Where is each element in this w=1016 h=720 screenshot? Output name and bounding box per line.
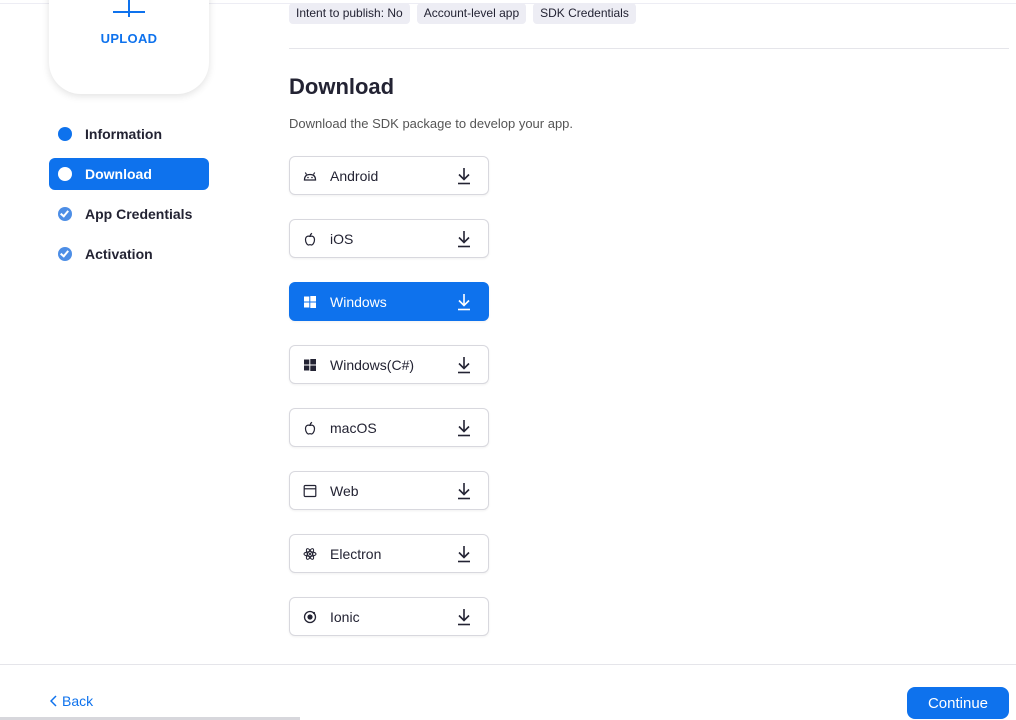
download-label: Android <box>330 167 379 184</box>
step-label: Download <box>85 166 152 182</box>
download-ios[interactable]: iOS <box>289 219 489 258</box>
download-icon[interactable] <box>456 419 472 437</box>
download-icon[interactable] <box>456 482 472 500</box>
download-icon[interactable] <box>456 356 472 374</box>
tag-sdk-credentials: SDK Credentials <box>533 3 636 24</box>
step-activation[interactable]: Activation <box>49 238 209 270</box>
plus-icon[interactable] <box>113 0 145 18</box>
step-dot-icon <box>58 127 72 141</box>
app-tags: Intent to publish: No Account-level app … <box>289 3 636 24</box>
windows-icon <box>304 358 316 371</box>
check-circle-icon <box>58 247 72 261</box>
download-android[interactable]: Android <box>289 156 489 195</box>
continue-button[interactable]: Continue <box>907 687 1009 719</box>
section-description: Download the SDK package to develop your… <box>289 116 574 131</box>
download-list: Android iOS Windows Windows(C#) macOS We… <box>289 156 489 660</box>
download-label: Web <box>330 482 359 499</box>
download-label: Windows <box>330 293 387 310</box>
android-icon <box>303 171 317 181</box>
step-dot-icon <box>58 167 72 181</box>
download-icon[interactable] <box>456 167 472 185</box>
back-label: Back <box>62 693 94 709</box>
download-web[interactable]: Web <box>289 471 489 510</box>
step-navigation: Information Download App Credentials Act… <box>49 118 209 278</box>
step-download[interactable]: Download <box>49 158 209 190</box>
upload-label[interactable]: UPLOAD <box>49 31 209 46</box>
download-electron[interactable]: Electron <box>289 534 489 573</box>
download-icon[interactable] <box>456 230 472 248</box>
download-label: Windows(C#) <box>330 356 415 373</box>
electron-icon <box>303 547 317 560</box>
download-macos[interactable]: macOS <box>289 408 489 447</box>
download-icon[interactable] <box>456 608 472 626</box>
browser-icon <box>303 484 317 497</box>
download-ionic[interactable]: Ionic <box>289 597 489 636</box>
download-windows[interactable]: Windows <box>289 282 489 321</box>
apple-icon <box>304 421 316 435</box>
apple-icon <box>304 232 316 246</box>
footer-divider <box>0 664 1016 665</box>
download-label: Ionic <box>330 608 360 625</box>
divider <box>289 48 1009 49</box>
step-app-credentials[interactable]: App Credentials <box>49 198 209 230</box>
step-label: Activation <box>85 246 153 262</box>
section-title: Download <box>289 74 395 99</box>
ionic-icon <box>303 610 317 623</box>
step-information[interactable]: Information <box>49 118 209 150</box>
download-icon[interactable] <box>456 545 472 563</box>
download-windows-csharp[interactable]: Windows(C#) <box>289 345 489 384</box>
tag-account-level: Account-level app <box>416 3 527 24</box>
check-circle-icon <box>58 207 72 221</box>
download-label: macOS <box>330 419 377 436</box>
step-label: App Credentials <box>85 206 193 222</box>
download-icon[interactable] <box>456 293 472 311</box>
tag-intent-to-publish: Intent to publish: No <box>289 3 410 24</box>
windows-icon <box>304 295 316 308</box>
download-label: Electron <box>330 545 382 562</box>
chevron-left-icon <box>50 695 57 707</box>
back-link[interactable]: Back <box>50 693 93 709</box>
download-label: iOS <box>330 230 354 247</box>
step-label: Information <box>85 126 162 142</box>
